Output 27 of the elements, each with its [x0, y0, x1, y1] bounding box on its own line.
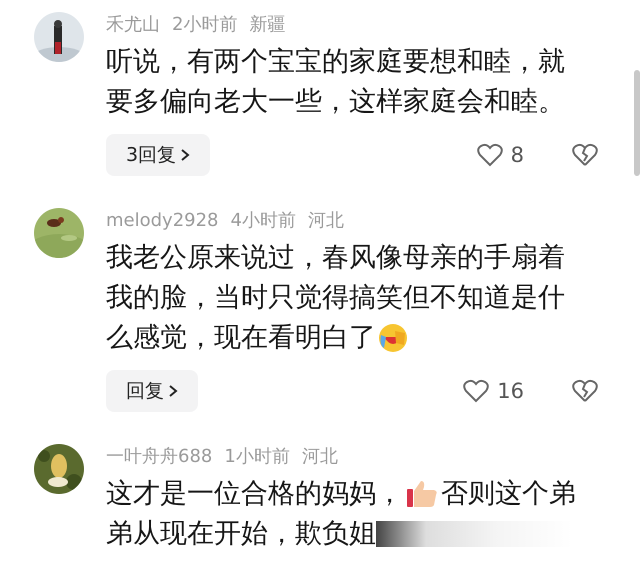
- scrollbar[interactable]: [634, 70, 640, 176]
- post-time: 2小时前: [172, 13, 238, 37]
- like-button[interactable]: 16: [463, 379, 524, 403]
- location: 河北: [302, 445, 338, 469]
- comment-text: 听说，有两个宝宝的家庭要想和睦，就: [106, 45, 565, 79]
- location: 河北: [308, 209, 344, 233]
- chevron-icon: [180, 148, 190, 162]
- comment-text: 我的脸，当时只觉得搞笑但不知道是什: [106, 281, 565, 315]
- heart-icon: [463, 379, 490, 403]
- broken-heart-icon[interactable]: [572, 143, 598, 167]
- chevron-icon: [168, 384, 178, 398]
- thumbs-up-icon: [405, 479, 439, 509]
- location: 新疆: [249, 13, 286, 37]
- post-time: 1小时前: [224, 445, 290, 469]
- reply-button[interactable]: 回复: [106, 370, 198, 412]
- comment-text: 我老公原来说过，春风像母亲的手扇着: [106, 241, 565, 275]
- laughing-emoji-icon: [378, 323, 408, 353]
- comment-text: 这才是一位合格的妈妈，: [106, 477, 403, 511]
- comment-text: 么感觉，现在看明白了: [106, 321, 376, 355]
- like-button[interactable]: 8: [476, 143, 524, 167]
- comment-text: 要多偏向老大一些，这样家庭会和睦。: [106, 85, 565, 119]
- reply-button[interactable]: 3回复: [106, 134, 210, 176]
- comment-text: 弟从现在开始，欺负姐: [106, 517, 376, 551]
- comment-text: 否则这个弟: [441, 477, 576, 511]
- broken-heart-icon[interactable]: [572, 379, 598, 403]
- heart-icon: [476, 143, 503, 167]
- post-time: 4小时前: [230, 209, 296, 233]
